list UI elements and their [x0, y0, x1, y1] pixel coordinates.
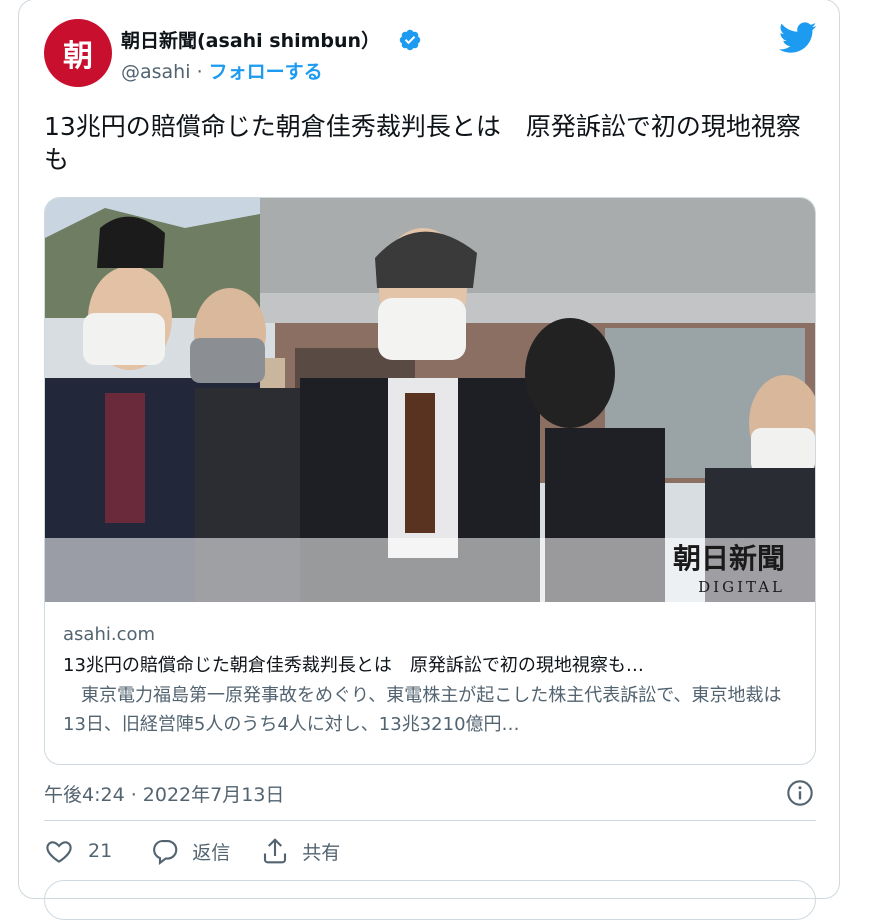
link-card-body: asahi.com 13兆円の賠償命じた朝倉佳秀裁判長とは 原発訴訟で初の現地視…: [63, 623, 793, 739]
twitter-bird-icon[interactable]: [779, 22, 817, 54]
action-bar: 21 返信 共有: [44, 836, 340, 866]
follow-button[interactable]: フォローする: [209, 61, 323, 83]
avatar-logo: 朝: [63, 39, 93, 74]
handle-row: @asahi · フォローする: [121, 57, 323, 84]
verified-badge-icon: [399, 29, 421, 51]
read-replies-bar[interactable]: [44, 880, 816, 920]
article-photo: 朝日新聞 DIGITAL: [45, 198, 815, 602]
avatar[interactable]: 朝: [44, 19, 112, 87]
share-label: 共有: [302, 841, 341, 864]
reply-button[interactable]: 返信: [150, 836, 230, 866]
watermark-sub: DIGITAL: [698, 578, 785, 596]
divider: [44, 820, 816, 821]
heart-icon: [46, 841, 72, 863]
author-name[interactable]: 朝日新聞(asahi shimbun）: [121, 26, 380, 53]
author-handle[interactable]: @asahi: [121, 61, 191, 83]
info-icon[interactable]: [786, 779, 814, 807]
share-icon: [264, 838, 287, 864]
tweet-text: 13兆円の賠償命じた朝倉佳秀裁判長とは 原発訴訟で初の現地視察も: [44, 112, 801, 174]
link-description: 東京電力福島第一原発事故をめぐり、東電株主が起こした株主代表訴訟で、東京地裁は1…: [63, 685, 782, 735]
link-title: 13兆円の賠償命じた朝倉佳秀裁判長とは 原発訴訟で初の現地視察も…: [63, 655, 644, 676]
reply-label: 返信: [192, 841, 231, 864]
timestamp[interactable]: 午後4:24 · 2022年7月13日: [44, 780, 284, 807]
watermark-title: 朝日新聞: [673, 542, 785, 575]
reply-icon: [153, 839, 178, 866]
link-card[interactable]: 朝日新聞 DIGITAL asahi.com 13兆円の賠償命じた朝倉佳秀裁判長…: [44, 197, 816, 765]
link-domain: asahi.com: [63, 624, 156, 645]
share-button[interactable]: 共有: [260, 836, 340, 866]
like-count: 21: [88, 840, 113, 862]
like-button[interactable]: 21: [44, 836, 112, 866]
separator: ·: [196, 61, 203, 83]
